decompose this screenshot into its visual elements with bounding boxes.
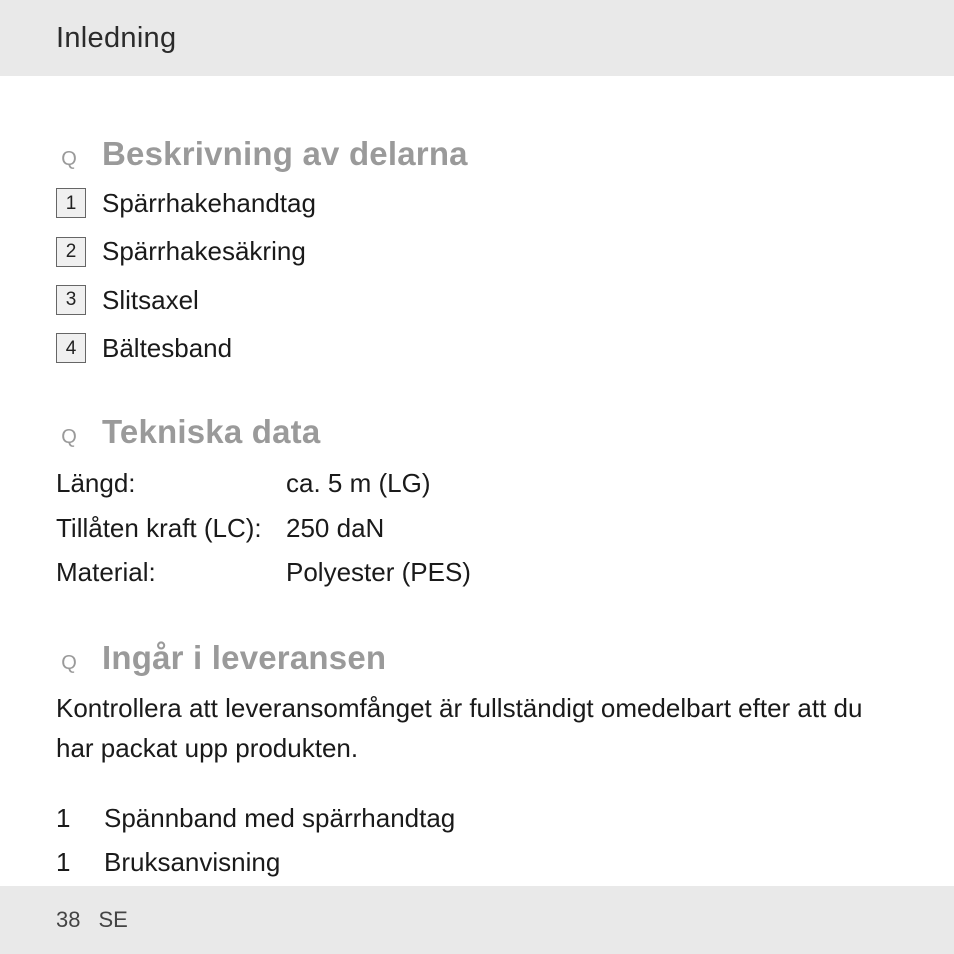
bullet-icon: Q — [56, 144, 82, 175]
list-item: 2 Spärrhakesäkring — [56, 231, 898, 271]
page-header: Inledning — [0, 0, 954, 76]
list-item: 3 Slitsaxel — [56, 280, 898, 320]
section-title: Beskrivning av delarna — [102, 128, 468, 179]
list-item: 4 Bältesband — [56, 328, 898, 368]
tech-value: 250 daN — [286, 506, 471, 550]
part-number-box: 3 — [56, 285, 86, 315]
section-heading: Q Ingår i leveransen — [56, 632, 898, 683]
tech-label: Material: — [56, 550, 286, 594]
list-item: 1 Spännband med spärrhandtag — [56, 796, 455, 840]
part-label: Spärrhakehandtag — [102, 183, 316, 223]
table-row: Längd: ca. 5 m (LG) — [56, 461, 471, 505]
section-title: Tekniska data — [102, 406, 320, 457]
contents-name: Spännband med spärrhandtag — [104, 796, 455, 840]
section-contents: Q Ingår i leveransen Kontrollera att lev… — [56, 632, 898, 884]
tech-data-table: Längd: ca. 5 m (LG) Tillåten kraft (LC):… — [56, 461, 471, 594]
section-heading: Q Beskrivning av delarna — [56, 128, 898, 179]
manual-page: Inledning Q Beskrivning av delarna 1 Spä… — [0, 0, 954, 954]
page-header-title: Inledning — [56, 22, 176, 55]
section-heading: Q Tekniska data — [56, 406, 898, 457]
tech-value: ca. 5 m (LG) — [286, 461, 471, 505]
page-lang: SE — [98, 907, 127, 933]
page-footer: 38 SE — [0, 886, 954, 954]
part-label: Spärrhakesäkring — [102, 231, 306, 271]
section-title: Ingår i leveransen — [102, 632, 386, 683]
tech-label: Längd: — [56, 461, 286, 505]
list-item: 1 Spärrhakehandtag — [56, 183, 898, 223]
contents-list: 1 Spännband med spärrhandtag 1 Bruksanvi… — [56, 796, 455, 885]
contents-name: Bruksanvisning — [104, 840, 455, 884]
page-content: Q Beskrivning av delarna 1 Spärrhakehand… — [0, 76, 954, 885]
list-item: 1 Bruksanvisning — [56, 840, 455, 884]
parts-list: 1 Spärrhakehandtag 2 Spärrhakesäkring 3 … — [56, 183, 898, 368]
contents-qty: 1 — [56, 840, 104, 884]
section-tech: Q Tekniska data Längd: ca. 5 m (LG) Till… — [56, 406, 898, 594]
part-label: Slitsaxel — [102, 280, 199, 320]
table-row: Tillåten kraft (LC): 250 daN — [56, 506, 471, 550]
tech-label: Tillåten kraft (LC): — [56, 506, 286, 550]
part-number-box: 4 — [56, 333, 86, 363]
tech-value: Polyester (PES) — [286, 550, 471, 594]
part-label: Bältesband — [102, 328, 232, 368]
contents-qty: 1 — [56, 796, 104, 840]
section-parts: Q Beskrivning av delarna 1 Spärrhakehand… — [56, 128, 898, 368]
page-number: 38 — [56, 907, 80, 933]
bullet-icon: Q — [56, 648, 82, 679]
contents-paragraph: Kontrollera att leveransomfånget är full… — [56, 688, 898, 769]
part-number-box: 2 — [56, 237, 86, 267]
table-row: Material: Polyester (PES) — [56, 550, 471, 594]
bullet-icon: Q — [56, 422, 82, 453]
part-number-box: 1 — [56, 188, 86, 218]
